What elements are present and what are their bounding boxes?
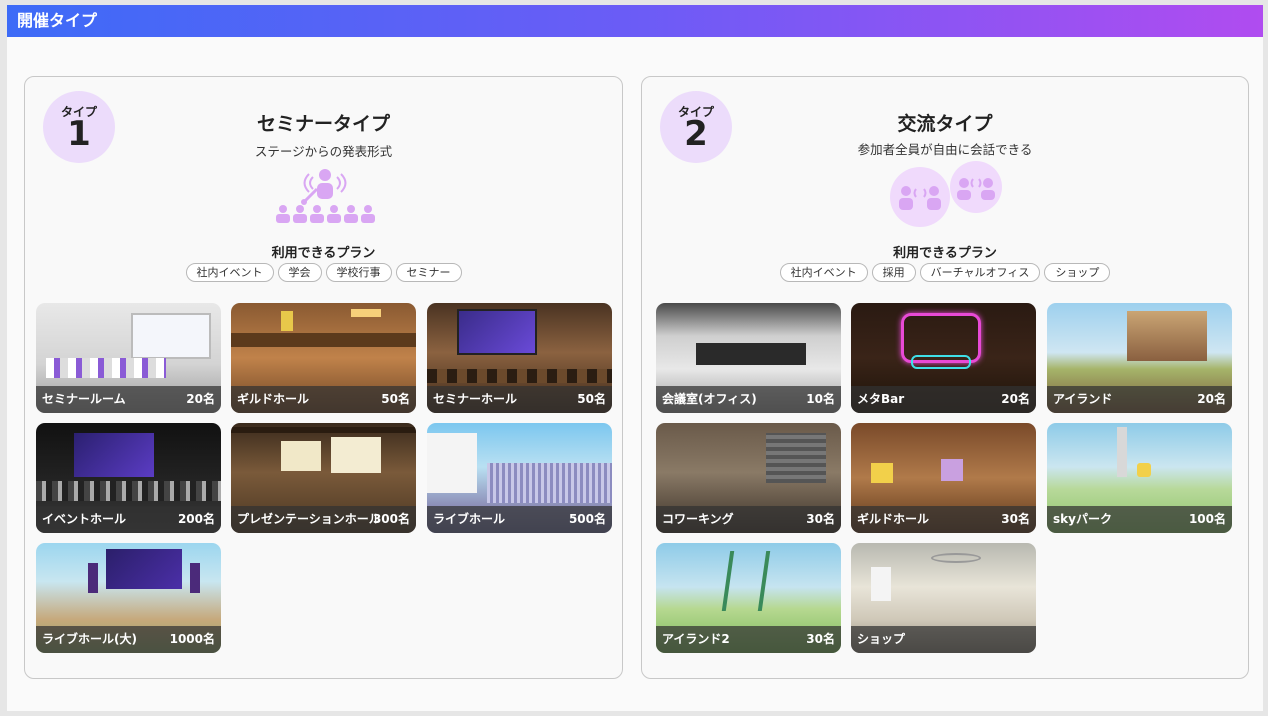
page: 開催タイプ タイプ 1 セミナータイプ ステージからの発表形式 利用できるプラン…: [7, 5, 1263, 711]
header-bar: 開催タイプ: [7, 5, 1263, 37]
plan-label: 利用できるプラン: [271, 246, 376, 261]
plan-tag: 社内イベント: [779, 263, 868, 282]
plan-label: 利用できるプラン: [893, 246, 997, 261]
venue-card-shop[interactable]: ショップ: [851, 543, 1036, 653]
page-title: 開催タイプ: [17, 11, 98, 30]
venue-card-event-hall[interactable]: イベントホール 200名: [36, 423, 221, 533]
venue-name: ショップ: [857, 632, 906, 646]
venue-name: プレゼンテーションホール: [237, 512, 381, 526]
venue-card-meeting-room[interactable]: 会議室(オフィス) 10名: [656, 303, 841, 413]
panel-subtitle: 参加者全員が自由に会話できる: [857, 142, 1033, 157]
venue-card-coworking[interactable]: コワーキング 30名: [656, 423, 841, 533]
plan-tags: 社内イベント 採用 バーチャルオフィス ショップ: [642, 263, 1248, 282]
venue-name: アイランド: [1053, 392, 1113, 406]
venue-card-sky-park[interactable]: skyパーク 100名: [1047, 423, 1232, 533]
venue-name: アイランド2: [662, 632, 730, 646]
plan-tag: ショップ: [1044, 263, 1111, 282]
venue-card-guild-hall-2[interactable]: ギルドホール 30名: [851, 423, 1036, 533]
venue-capacity: 30名: [1001, 512, 1030, 526]
venue-name: skyパーク: [1053, 512, 1112, 526]
venue-capacity: 20名: [1197, 392, 1226, 406]
plan-tag: 社内イベント: [185, 263, 274, 282]
plan-tags: 社内イベント 学会 学校行事 セミナー: [25, 263, 622, 282]
venue-capacity: 1000名: [169, 632, 215, 646]
venue-name: コワーキング: [662, 512, 734, 526]
venue-card-seminar-hall[interactable]: セミナーホール 50名: [427, 303, 612, 413]
venue-card-presentation-hall[interactable]: プレゼンテーションホール 300名: [231, 423, 416, 533]
presenter-audience-icon: [276, 169, 375, 223]
venue-card-guild-hall[interactable]: ギルドホール 50名: [231, 303, 416, 413]
venue-capacity: 100名: [1188, 512, 1226, 526]
plan-tag: 採用: [871, 263, 916, 282]
venue-card-island[interactable]: アイランド 20名: [1047, 303, 1232, 413]
venue-capacity: 300名: [372, 512, 410, 526]
venue-name: ギルドホール: [857, 512, 930, 526]
venue-capacity: 50名: [577, 392, 606, 406]
conversation-icon: [890, 161, 1002, 227]
venue-capacity: 50名: [381, 392, 410, 406]
exchange-type-panel: タイプ 2 交流タイプ 参加者全員が自由に会話できる 利用できるプラン 社内イベ…: [641, 76, 1249, 679]
venue-capacity: 20名: [1001, 392, 1030, 406]
venue-name: メタBar: [857, 392, 905, 406]
panel-title: 交流タイプ: [897, 113, 993, 135]
venue-capacity: 10名: [806, 392, 835, 406]
plan-tag: セミナー: [395, 263, 462, 282]
plan-tag: バーチャルオフィス: [919, 263, 1041, 282]
venue-name: イベントホール: [42, 512, 127, 526]
venue-name: セミナールーム: [42, 392, 126, 406]
venue-name: ライブホール: [433, 512, 506, 526]
panel-title: セミナータイプ: [256, 113, 390, 135]
venue-capacity: 30名: [806, 632, 835, 646]
plan-tag: 学校行事: [325, 263, 392, 282]
plan-tag: 学会: [277, 263, 322, 282]
panel-subtitle: ステージからの発表形式: [254, 144, 393, 159]
venue-card-seminar-room[interactable]: セミナールーム 20名: [36, 303, 221, 413]
venue-capacity: 30名: [806, 512, 835, 526]
venue-capacity: 20名: [186, 392, 215, 406]
venue-name: 会議室(オフィス): [662, 392, 757, 406]
seminar-type-panel: タイプ 1 セミナータイプ ステージからの発表形式 利用できるプラン 社内イベン…: [24, 76, 623, 679]
venue-card-meta-bar[interactable]: メタBar 20名: [851, 303, 1036, 413]
venue-capacity: 200名: [177, 512, 215, 526]
venue-capacity: 500名: [568, 512, 606, 526]
venue-name: ギルドホール: [237, 392, 310, 406]
venue-name: セミナーホール: [433, 392, 518, 406]
venue-card-live-hall[interactable]: ライブホール 500名: [427, 423, 612, 533]
venue-name: ライブホール(大): [42, 632, 137, 646]
venue-card-island-2[interactable]: アイランド2 30名: [656, 543, 841, 653]
venue-card-live-hall-large[interactable]: ライブホール(大) 1000名: [36, 543, 221, 653]
